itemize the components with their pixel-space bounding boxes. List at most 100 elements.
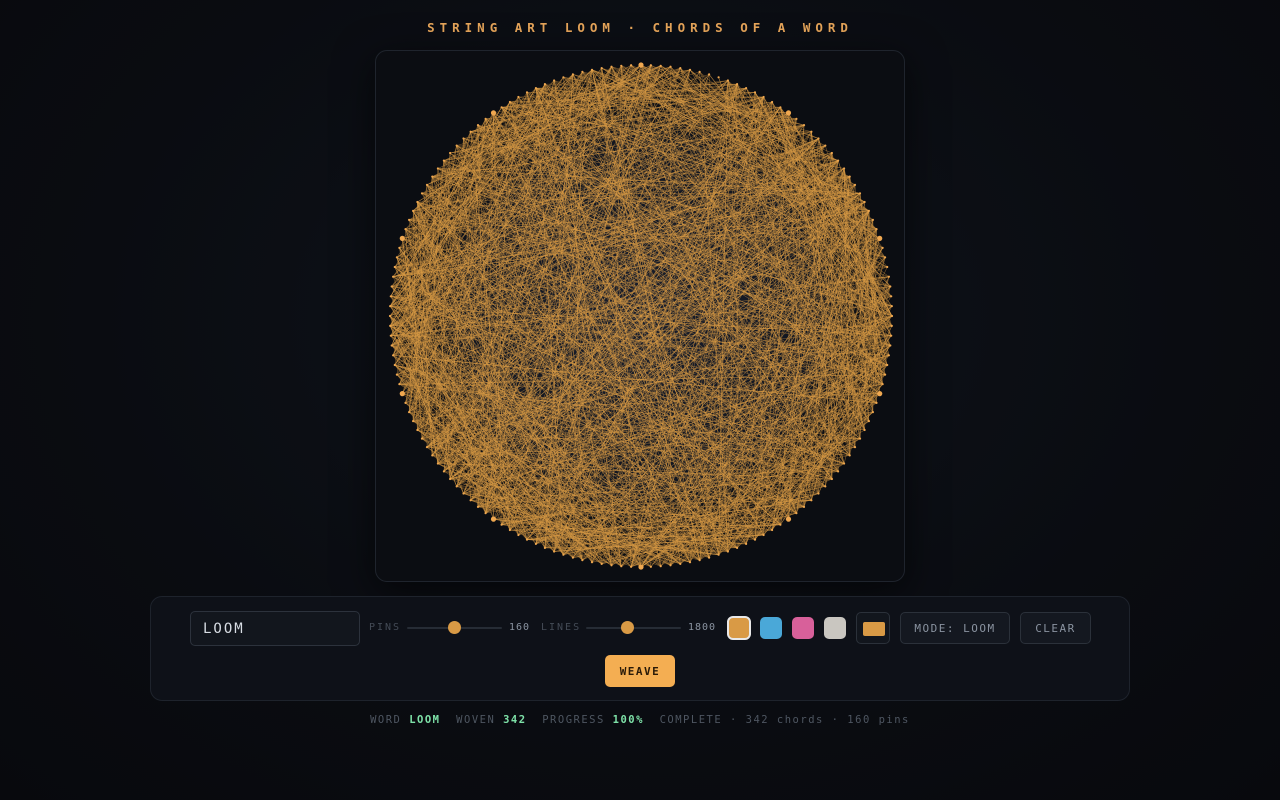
- pins-value: 160: [509, 622, 531, 633]
- pin: [436, 167, 439, 170]
- pin: [745, 87, 748, 90]
- pin: [404, 401, 407, 404]
- pin: [571, 556, 574, 559]
- major-pin: [877, 391, 883, 397]
- pin: [431, 175, 434, 178]
- pin: [881, 383, 884, 386]
- pin: [698, 70, 701, 73]
- pin: [708, 556, 711, 559]
- status-summary: COMPLETE · 342 chords · 160 pins: [659, 714, 910, 726]
- pin: [500, 106, 503, 109]
- pin: [762, 95, 765, 99]
- pin: [887, 275, 890, 278]
- swatch-silver[interactable]: [824, 617, 846, 639]
- pin: [871, 218, 874, 221]
- pin: [890, 324, 893, 327]
- major-pin: [785, 110, 792, 116]
- pin: [889, 285, 892, 288]
- pin: [416, 428, 419, 432]
- pin: [416, 200, 419, 204]
- pin: [890, 334, 893, 337]
- pin: [810, 130, 813, 133]
- status-woven-value: 342: [503, 714, 527, 726]
- pins-slider-thumb[interactable]: [448, 621, 461, 634]
- pin: [455, 144, 458, 147]
- pin: [736, 546, 739, 549]
- pin: [408, 411, 411, 414]
- pin: [449, 477, 452, 481]
- pin: [843, 462, 846, 465]
- string-art-canvas[interactable]: [375, 50, 905, 582]
- custom-color-picker[interactable]: [856, 612, 890, 644]
- pin: [534, 542, 537, 545]
- status-progress-label: PROGRESS: [542, 714, 605, 726]
- custom-color-fill: [863, 622, 885, 636]
- pin: [669, 65, 672, 68]
- pin: [590, 561, 594, 564]
- pin: [462, 492, 465, 495]
- pin: [500, 523, 503, 526]
- pin: [398, 246, 401, 249]
- pin: [571, 73, 574, 76]
- pin: [858, 192, 862, 195]
- pin: [600, 562, 603, 565]
- pin: [562, 76, 565, 79]
- pin: [795, 117, 798, 120]
- pin: [425, 183, 429, 186]
- lines-slider-thumb[interactable]: [621, 621, 635, 634]
- pin: [395, 256, 398, 259]
- pin: [762, 533, 765, 537]
- pin: [398, 383, 401, 386]
- pin: [508, 528, 511, 532]
- pin: [679, 562, 682, 565]
- pin: [484, 512, 487, 515]
- status-bar: WORD LOOM WOVEN 342 PROGRESS 100% COMPLE…: [0, 714, 1280, 726]
- pin: [867, 420, 870, 423]
- status-woven-label: WOVEN: [456, 714, 496, 726]
- pin: [393, 363, 396, 367]
- pin: [884, 373, 887, 376]
- pin: [534, 87, 537, 90]
- pin: [388, 314, 392, 318]
- page-title: STRING ART LOOM · CHORDS OF A WORD: [427, 20, 853, 35]
- status-progress-value: 100%: [612, 714, 644, 726]
- clear-button[interactable]: CLEAR: [1020, 612, 1091, 644]
- swatch-pink[interactable]: [792, 617, 814, 639]
- pin: [669, 564, 672, 567]
- pin: [853, 183, 857, 186]
- pin: [858, 437, 862, 440]
- pin: [817, 137, 820, 140]
- pin: [886, 363, 889, 367]
- pin: [875, 401, 878, 404]
- pin: [590, 68, 594, 71]
- pin: [824, 485, 827, 488]
- pin: [745, 542, 748, 545]
- pin: [389, 334, 392, 337]
- major-pin: [638, 62, 644, 68]
- swatch-blue[interactable]: [760, 617, 782, 639]
- pin: [389, 295, 392, 298]
- pin: [863, 200, 866, 204]
- major-pin: [399, 235, 405, 241]
- lines-value: 1800: [688, 622, 717, 633]
- pin: [476, 505, 480, 508]
- pin: [848, 175, 851, 178]
- pin: [717, 76, 720, 79]
- pins-label: PINS: [369, 622, 402, 633]
- pin: [830, 151, 833, 155]
- pin: [420, 437, 424, 440]
- mode-button[interactable]: MODE: LOOM: [900, 612, 1010, 644]
- pin: [679, 67, 682, 70]
- pin: [795, 512, 798, 515]
- weave-button[interactable]: WEAVE: [605, 655, 675, 687]
- pin: [390, 344, 393, 347]
- pin: [890, 295, 893, 298]
- word-input[interactable]: [190, 611, 360, 646]
- pin: [875, 228, 878, 231]
- major-pin: [399, 391, 405, 397]
- swatch-amber[interactable]: [727, 616, 751, 640]
- pin: [688, 561, 692, 564]
- pin: [392, 354, 395, 357]
- pin: [484, 117, 487, 120]
- pin: [389, 305, 392, 308]
